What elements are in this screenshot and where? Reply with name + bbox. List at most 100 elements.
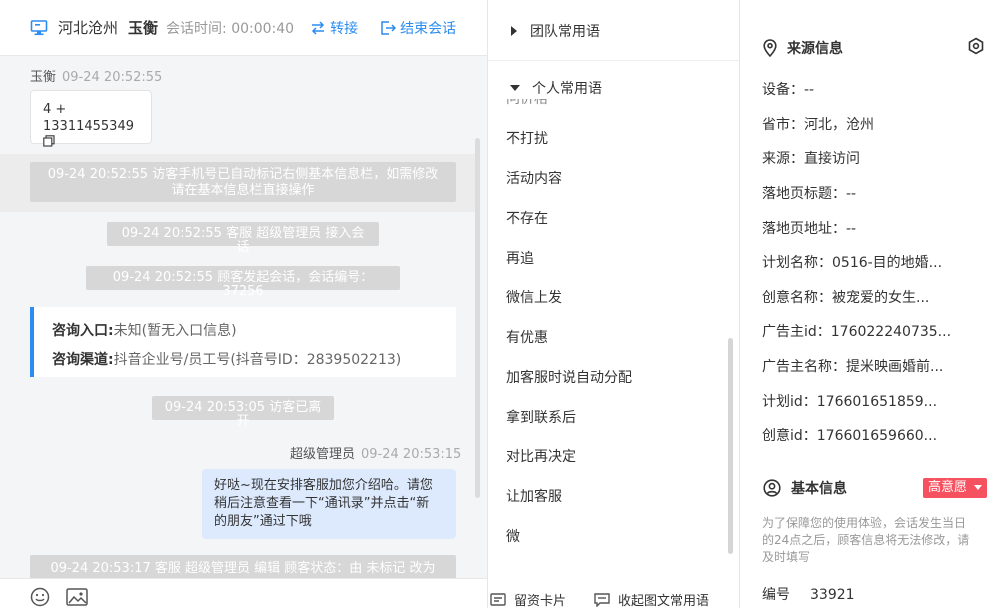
team-phrases-label: 团队常用语 (530, 24, 600, 40)
source-row-advertiser-name: 广告主名称：提米映画婚前... (762, 359, 944, 375)
phrase-item[interactable]: 不存在 (506, 208, 548, 228)
personal-phrases-group[interactable]: 个人常用语 (488, 77, 739, 99)
system-message-session-started: 09-24 20:52:55 顾客发起会话，会话编号：37256 (86, 266, 400, 299)
emoji-icon[interactable] (30, 587, 50, 608)
collapse-phrases-button[interactable]: 收起图文常用语 (594, 590, 709, 608)
visitor-message-bubble: 4 + 13311455349 (30, 90, 152, 147)
source-row-province: 省市：河北，沧州 (762, 117, 874, 133)
inquiry-info-card: 咨询入口:未知(暂无入口信息) 咨询渠道:抖音企业号/员工号(抖音号ID：283… (30, 307, 456, 377)
lead-card-button[interactable]: 留资卡片 (490, 590, 566, 608)
customer-id-label: 编号 (762, 587, 790, 603)
chat-toolbar (0, 578, 487, 608)
source-row-plan-id: 计划id：176601651859... (762, 394, 938, 410)
system-message-visitor-left: 09-24 20:53:05 访客已离开 (152, 396, 334, 429)
basic-info-title: 基本信息 (791, 481, 847, 497)
group-divider (488, 60, 739, 61)
basic-info-note-line1: 为了保障您的使用体验，会话发生当日 (762, 516, 967, 530)
system-message-agent-joined: 09-24 20:52:55 客服 超级管理员 接入会话 (107, 222, 379, 255)
team-phrases-group[interactable]: 团队常用语 (488, 20, 739, 42)
caret-down-icon (974, 485, 983, 490)
caret-down-icon (510, 85, 520, 91)
system-message-line1: 09-24 20:52:55 访客手机号已自动标记右侧基本信息栏，如需修改 (47, 167, 439, 182)
inquiry-channel-row: 咨询渠道:抖音企业号/员工号(抖音号ID：2839502213) (52, 346, 456, 375)
visitor-message-line1: 4 + (43, 102, 67, 117)
basic-info-note: 为了保障您的使用体验，会话发生当日 的24点之后，顾客信息将无法修改，请 及时填… (762, 515, 986, 566)
transfer-icon (312, 20, 325, 35)
source-row-advertiser-id: 广告主id：176022240735... (762, 324, 952, 340)
system-message-status-edit: 09-24 20:53:17 客服 超级管理员 编辑 顾客状态：由 未标记 改为 (30, 555, 456, 578)
copy-icon[interactable] (43, 135, 55, 152)
source-row-device: 设备：-- (762, 82, 815, 98)
transfer-button[interactable]: 转接 (310, 18, 358, 38)
agent-message-line2: 稍后注意查看一下“通讯录”并点击“新 (214, 496, 430, 511)
customer-id-row: 编号 33921 (762, 584, 855, 604)
inquiry-entry-value: 未知(暂无入口信息) (113, 323, 237, 339)
session-timer-value: 00:00:40 (231, 20, 295, 37)
system-message-line2: 请在基本信息栏直接操作 (171, 183, 315, 198)
source-row-creative-id: 创意id：176601659660... (762, 428, 938, 444)
monitor-icon (30, 19, 48, 37)
caret-right-icon (511, 26, 517, 36)
location-pin-icon (763, 39, 777, 57)
source-row-creative-name: 创意名称：被宠爱的女生... (762, 290, 930, 306)
settings-icon[interactable] (967, 37, 985, 59)
quick-phrases-panel: 团队常用语 个人常用语 问价格 不打扰 活动内容 不存在 再追 微信上发 有优惠… (488, 0, 740, 608)
visitor-phone: 13311455349 (43, 119, 134, 134)
session-timer-label: 会话时间: (166, 20, 227, 37)
visitor-name: 玉衡 (128, 19, 159, 37)
source-row-landing-title: 落地页标题：-- (762, 186, 857, 202)
phrases-scrollbar[interactable] (728, 338, 733, 554)
end-session-label: 结束会话 (400, 20, 457, 37)
visitor-info-panel: 来源信息 设备：-- 省市：河北，沧州 来源：直接访问 落地页标题：-- 落地页… (741, 0, 1000, 608)
basic-info-note-line2: 的24点之后，顾客信息将无法修改，请 (762, 533, 970, 547)
lead-card-label: 留资卡片 (514, 594, 567, 608)
intent-level-label: 高意愿 (928, 480, 968, 495)
source-row-plan-name: 计划名称：0516-目的地婚... (762, 255, 943, 271)
image-icon[interactable] (66, 587, 88, 608)
inquiry-channel-label: 咨询渠道: (52, 352, 114, 368)
message-icon (594, 592, 610, 607)
chat-scrollbar[interactable] (475, 138, 480, 498)
phrase-item[interactable]: 微 (506, 526, 520, 546)
visitor-location: 河北沧州 (58, 19, 119, 37)
card-icon (490, 592, 506, 606)
phrase-item[interactable]: 不打扰 (506, 128, 548, 148)
source-info-header: 来源信息 (763, 38, 843, 58)
phrase-item[interactable]: 活动内容 (506, 168, 562, 188)
chat-header: 河北沧州 玉衡 会话时间: 00:00:40 转接 结束会话 (0, 0, 487, 56)
user-circle-icon (763, 479, 781, 497)
agent-message-time: 09-24 20:53:15 (361, 447, 462, 462)
agent-message-meta: 超级管理员 09-24 20:53:15 (290, 443, 461, 462)
phrase-item[interactable]: 微信上发 (506, 287, 562, 307)
session-timer: 会话时间: 00:00:40 (166, 18, 294, 38)
chat-panel: 河北沧州 玉衡 会话时间: 00:00:40 转接 结束会话 玉衡 09-24 2… (0, 0, 488, 608)
logout-icon (381, 20, 397, 35)
basic-info-header: 基本信息 (763, 478, 847, 498)
end-session-button[interactable]: 结束会话 (380, 18, 456, 38)
phrase-item[interactable]: 对比再决定 (506, 446, 576, 466)
intent-level-dropdown[interactable]: 高意愿 (923, 478, 987, 498)
transfer-label: 转接 (330, 20, 359, 37)
collapse-phrases-label: 收起图文常用语 (618, 594, 710, 608)
chat-messages[interactable]: 玉衡 09-24 20:52:55 4 + 13311455349 09-24 2… (0, 56, 480, 578)
system-message-phone-tagged: 09-24 20:52:55 访客手机号已自动标记右侧基本信息栏，如需修改 请在… (30, 162, 456, 202)
phrase-item[interactable]: 再追 (506, 248, 534, 268)
visitor-message-meta: 玉衡 09-24 20:52:55 (30, 66, 162, 85)
phrase-item[interactable]: 让加客服 (506, 486, 562, 506)
customer-id-value: 33921 (810, 587, 855, 603)
agent-sender: 超级管理员 (290, 447, 356, 462)
agent-message-line1: 好哒~现在安排客服加您介绍哈。请您 (214, 478, 433, 493)
source-row-source: 来源：直接访问 (762, 151, 860, 167)
inquiry-entry-row: 咨询入口:未知(暂无入口信息) (52, 317, 456, 346)
inquiry-channel-value: 抖音企业号/员工号(抖音号ID：2839502213) (113, 352, 402, 368)
inquiry-entry-label: 咨询入口: (52, 323, 114, 339)
visitor-message-time: 09-24 20:52:55 (62, 70, 163, 85)
phrase-item[interactable]: 拿到联系后 (506, 407, 576, 427)
source-info-title: 来源信息 (787, 41, 843, 57)
phrase-item[interactable]: 加客服时说自动分配 (506, 367, 632, 387)
agent-message-line3: 的朋友”通过下哦 (214, 514, 312, 529)
phrase-item[interactable]: 有优惠 (506, 327, 548, 347)
visitor-sender: 玉衡 (30, 70, 57, 85)
source-row-landing-url: 落地页地址：-- (762, 221, 857, 237)
agent-message-bubble: 好哒~现在安排客服加您介绍哈。请您 稍后注意查看一下“通讯录”并点击“新 的朋友… (202, 469, 456, 539)
